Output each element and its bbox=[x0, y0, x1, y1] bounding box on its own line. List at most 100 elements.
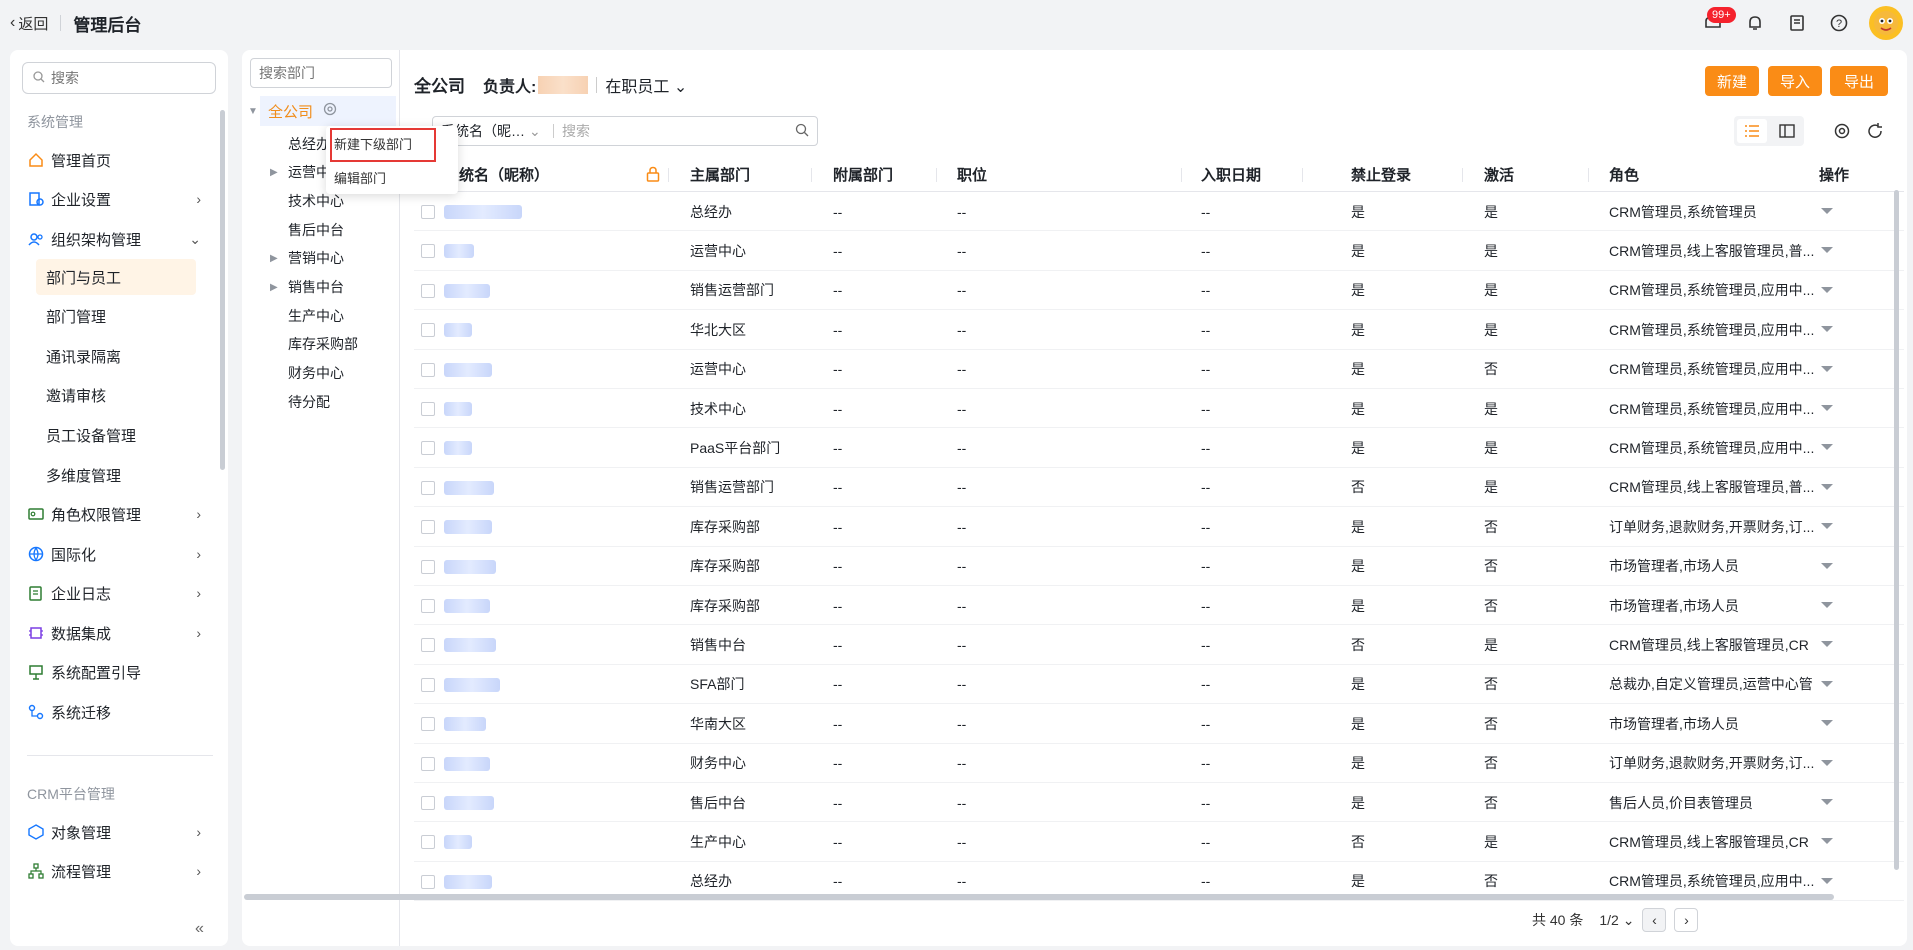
table-row[interactable]: 售后中台 -- -- -- 是 否 售后人员,价目表管理员 bbox=[414, 783, 1904, 823]
row-checkbox[interactable] bbox=[421, 638, 435, 653]
table-row[interactable]: PaaS平台部门 -- -- -- 是 是 CRM管理员,系统管理员,应用中... bbox=[414, 428, 1904, 468]
row-checkbox[interactable] bbox=[421, 756, 435, 771]
sidebar-item-i18n[interactable]: 国际化 › bbox=[27, 536, 213, 572]
prev-page-button[interactable]: ‹ bbox=[1642, 908, 1667, 932]
sidebar-item-role[interactable]: 角色权限管理 › bbox=[27, 496, 213, 532]
row-checkbox[interactable] bbox=[421, 283, 435, 298]
row-checkbox[interactable] bbox=[421, 520, 435, 535]
col-sub-dept[interactable]: 附属部门 bbox=[833, 156, 893, 192]
sidebar-sub-invite-review[interactable]: 邀请审核 bbox=[36, 377, 196, 413]
table-row[interactable]: 库存采购部 -- -- -- 是 否 市场管理者,市场人员 bbox=[414, 586, 1904, 626]
tree-node[interactable]: ▶ 销售中台 bbox=[270, 273, 344, 301]
tree-node[interactable]: 库存采购部 bbox=[288, 330, 358, 358]
row-action-dropdown-icon[interactable] bbox=[1821, 365, 1833, 372]
row-action-dropdown-icon[interactable] bbox=[1821, 405, 1833, 411]
sidebar-item-flow[interactable]: 流程管理 › bbox=[27, 853, 213, 889]
row-action-dropdown-icon[interactable] bbox=[1821, 602, 1833, 608]
inbox-icon[interactable]: 99+ bbox=[1701, 7, 1736, 35]
sidebar-item-migrate[interactable]: 系统迁移 bbox=[27, 694, 213, 730]
row-checkbox[interactable] bbox=[421, 677, 435, 692]
search-input[interactable]: 搜索 bbox=[562, 121, 795, 141]
table-row[interactable]: 销售运营部门 -- -- -- 否 是 CRM管理员,线上客服管理员,普... bbox=[414, 468, 1904, 508]
row-checkbox[interactable] bbox=[421, 480, 435, 495]
row-checkbox[interactable] bbox=[421, 874, 435, 889]
tree-node[interactable]: 生产中心 bbox=[288, 302, 344, 330]
row-checkbox[interactable] bbox=[421, 441, 435, 456]
col-role[interactable]: 角色 bbox=[1609, 156, 1639, 192]
sidebar-item-org[interactable]: 组织架构管理 ⌄ bbox=[27, 221, 213, 257]
sidebar-item-object[interactable]: 对象管理 › bbox=[27, 814, 213, 850]
tree-node[interactable]: 财务中心 bbox=[288, 359, 344, 387]
table-row[interactable]: 财务中心 -- -- -- 是 否 订单财务,退款财务,开票财务,订... bbox=[414, 744, 1904, 783]
caret-down-icon[interactable]: ▼ bbox=[248, 106, 258, 117]
col-position[interactable]: 职位 bbox=[957, 156, 987, 192]
tree-node[interactable]: 售后中台 bbox=[288, 216, 344, 244]
new-button[interactable]: 新建 bbox=[1705, 66, 1759, 96]
tree-node[interactable]: 待分配 bbox=[288, 388, 330, 416]
table-row[interactable]: 华南大区 -- -- -- 是 否 市场管理者,市场人员 bbox=[414, 704, 1904, 744]
sidebar-item-data-integration[interactable]: 数据集成 › bbox=[27, 615, 213, 651]
row-checkbox[interactable] bbox=[421, 559, 435, 574]
col-active[interactable]: 激活 bbox=[1484, 156, 1514, 192]
tree-node[interactable]: ▶ 营销中心 bbox=[270, 244, 344, 272]
col-name[interactable]: 系统名（昵称） bbox=[444, 156, 549, 192]
row-checkbox[interactable] bbox=[421, 599, 435, 613]
row-action-dropdown-icon[interactable] bbox=[1821, 680, 1833, 687]
sidebar-item-config-guide[interactable]: 系统配置引导 bbox=[27, 654, 213, 690]
page-select[interactable]: 1/2 ⌄ bbox=[1599, 912, 1634, 929]
row-action-dropdown-icon[interactable] bbox=[1821, 208, 1833, 214]
export-button[interactable]: 导出 bbox=[1830, 66, 1888, 96]
status-filter[interactable]: 在职员工 ⌄ bbox=[605, 73, 687, 97]
row-action-dropdown-icon[interactable] bbox=[1821, 483, 1833, 490]
dept-search-input[interactable] bbox=[259, 65, 379, 81]
row-action-dropdown-icon[interactable] bbox=[1821, 326, 1833, 333]
menu-item-edit-dept[interactable]: 编辑部门 bbox=[334, 164, 386, 190]
book-icon[interactable] bbox=[1785, 11, 1809, 35]
col-main-dept[interactable]: 主属部门 bbox=[690, 156, 750, 192]
row-action-dropdown-icon[interactable] bbox=[1821, 286, 1833, 293]
sidebar-sub-dept-employee[interactable]: 部门与员工 bbox=[36, 259, 196, 295]
caret-right-icon[interactable]: ▶ bbox=[270, 282, 278, 293]
table-row[interactable]: 总经办 -- -- -- 是 是 CRM管理员,系统管理员 bbox=[414, 192, 1904, 232]
row-checkbox[interactable] bbox=[421, 402, 435, 416]
row-action-dropdown-icon[interactable] bbox=[1821, 523, 1833, 530]
table-row[interactable]: 技术中心 -- -- -- 是 是 CRM管理员,系统管理员,应用中... bbox=[414, 389, 1904, 429]
import-button[interactable]: 导入 bbox=[1768, 66, 1822, 96]
row-checkbox[interactable] bbox=[421, 205, 435, 219]
row-checkbox[interactable] bbox=[421, 796, 435, 810]
table-row[interactable]: 销售运营部门 -- -- -- 是 是 CRM管理员,系统管理员,应用中... bbox=[414, 271, 1904, 311]
row-action-dropdown-icon[interactable] bbox=[1821, 838, 1833, 845]
card-view-icon[interactable] bbox=[1772, 119, 1802, 143]
sidebar-item-enterprise[interactable]: 企业设置 › bbox=[27, 181, 213, 217]
dept-search[interactable] bbox=[250, 58, 392, 88]
col-join-date[interactable]: 入职日期 bbox=[1201, 156, 1261, 192]
row-action-dropdown-icon[interactable] bbox=[1821, 247, 1833, 254]
sidebar-sub-dept-manage[interactable]: 部门管理 bbox=[36, 298, 196, 334]
table-row[interactable]: 库存采购部 -- -- -- 是 否 订单财务,退款财务,开票财务,订... bbox=[414, 507, 1904, 547]
caret-right-icon[interactable]: ▶ bbox=[270, 167, 278, 178]
sidebar-sub-device-manage[interactable]: 员工设备管理 bbox=[36, 417, 196, 453]
row-checkbox[interactable] bbox=[421, 323, 435, 338]
collapse-sidebar-icon[interactable]: « bbox=[195, 920, 204, 938]
table-row[interactable]: 销售中台 -- -- -- 否 是 CRM管理员,线上客服管理员,CR bbox=[414, 625, 1904, 665]
sidebar-item-home[interactable]: 管理首页 bbox=[27, 142, 213, 178]
sidebar-item-log[interactable]: 企业日志 › bbox=[27, 575, 213, 611]
table-row[interactable]: 运营中心 -- -- -- 是 否 CRM管理员,系统管理员,应用中... bbox=[414, 350, 1904, 389]
caret-right-icon[interactable]: ▶ bbox=[270, 253, 278, 264]
row-action-dropdown-icon[interactable] bbox=[1821, 444, 1833, 451]
help-icon[interactable]: ? bbox=[1827, 11, 1851, 35]
sidebar-search[interactable] bbox=[22, 62, 216, 94]
row-action-dropdown-icon[interactable] bbox=[1821, 562, 1833, 569]
col-ban-login[interactable]: 禁止登录 bbox=[1351, 156, 1411, 192]
settings-icon[interactable] bbox=[1831, 120, 1853, 142]
avatar[interactable] bbox=[1869, 6, 1903, 40]
refresh-icon[interactable] bbox=[1864, 120, 1886, 142]
sidebar-sub-contact-isolation[interactable]: 通讯录隔离 bbox=[36, 338, 196, 374]
sidebar-sub-multi-dimension[interactable]: 多维度管理 bbox=[36, 457, 196, 493]
sidebar-scrollbar[interactable] bbox=[220, 110, 225, 470]
row-action-dropdown-icon[interactable] bbox=[1821, 877, 1833, 884]
table-row[interactable]: 运营中心 -- -- -- 是 是 CRM管理员,线上客服管理员,普... bbox=[414, 231, 1904, 271]
sidebar-search-input[interactable] bbox=[51, 70, 201, 86]
bell-icon[interactable] bbox=[1743, 11, 1767, 35]
row-checkbox[interactable] bbox=[421, 717, 435, 732]
